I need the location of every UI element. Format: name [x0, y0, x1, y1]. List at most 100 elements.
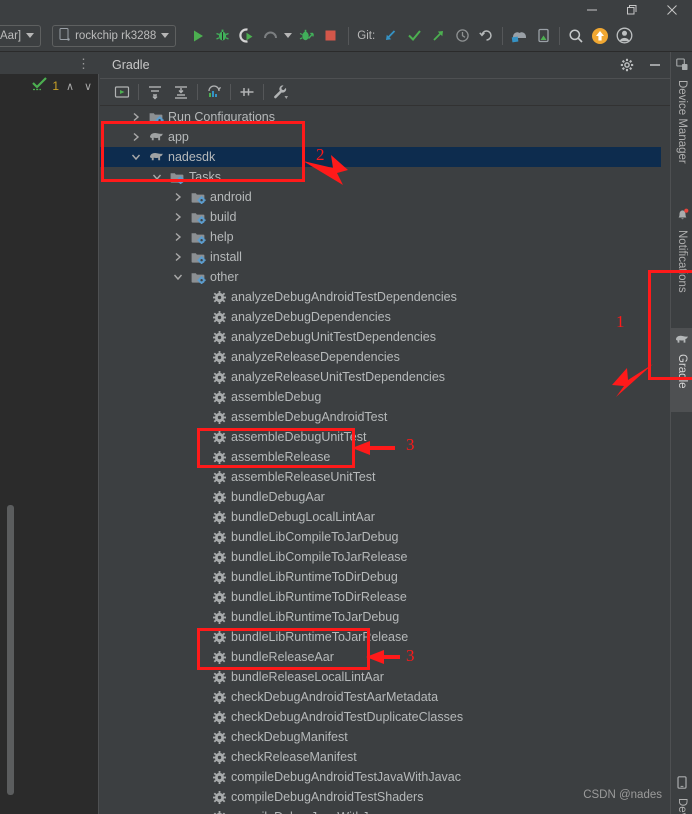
profile-dropdown-caret-icon[interactable]	[282, 24, 294, 48]
device-explorer-icon	[676, 776, 688, 792]
tree-row[interactable]: assembleRelease	[100, 447, 661, 467]
chevron-right-icon[interactable]	[130, 112, 141, 123]
gradle-task-tree[interactable]: Run Configurations app nadesdk Tasks android…	[100, 107, 661, 814]
sdk-manager-icon[interactable]	[531, 24, 555, 48]
tree-row[interactable]: nadesdk	[100, 147, 661, 167]
profile-icon[interactable]	[258, 24, 282, 48]
gradle-task-gear-icon	[210, 289, 228, 305]
tree-row-label: analyzeDebugDependencies	[231, 310, 391, 324]
gradle-task-gear-icon	[210, 389, 228, 405]
git-history-icon[interactable]	[450, 24, 474, 48]
tree-row[interactable]: bundleLibCompileToJarRelease	[100, 547, 661, 567]
tree-row[interactable]: assembleDebugUnitTest	[100, 427, 661, 447]
tree-row[interactable]: analyzeReleaseUnitTestDependencies	[100, 367, 661, 387]
tree-row[interactable]: help	[100, 227, 661, 247]
chevron-right-icon[interactable]	[172, 192, 183, 203]
chevron-right-icon[interactable]	[130, 132, 141, 143]
updates-icon[interactable]	[588, 24, 612, 48]
inspection-next-button[interactable]: ∨	[81, 80, 95, 93]
tree-row[interactable]: build	[100, 207, 661, 227]
tree-row[interactable]: checkReleaseManifest	[100, 747, 661, 767]
tree-row[interactable]: compileDebugAndroidTestJavaWithJavac	[100, 767, 661, 787]
collapse-all-button[interactable]	[168, 80, 194, 104]
tree-row[interactable]: app	[100, 127, 661, 147]
chevron-down-icon[interactable]	[172, 272, 183, 283]
tree-row[interactable]: checkDebugManifest	[100, 727, 661, 747]
tree-row[interactable]: bundleDebugAar	[100, 487, 661, 507]
tree-row[interactable]: analyzeDebugAndroidTestDependencies	[100, 287, 661, 307]
tree-row[interactable]: bundleReleaseLocalLintAar	[100, 667, 661, 687]
tree-row[interactable]: checkDebugAndroidTestDuplicateClasses	[100, 707, 661, 727]
tree-row[interactable]: analyzeReleaseDependencies	[100, 347, 661, 367]
tree-row[interactable]: analyzeDebugDependencies	[100, 307, 661, 327]
settings-gear-icon[interactable]	[618, 56, 636, 74]
gradle-task-gear-icon	[210, 509, 228, 525]
tree-row[interactable]: install	[100, 247, 661, 267]
tree-row-label: bundleLibCompileToJarDebug	[231, 530, 399, 544]
gradle-task-gear-icon	[210, 809, 228, 814]
tree-row[interactable]: assembleReleaseUnitTest	[100, 467, 661, 487]
run-icon[interactable]	[186, 24, 210, 48]
tree-row[interactable]: bundleLibRuntimeToDirRelease	[100, 587, 661, 607]
tree-row[interactable]: checkDebugAndroidTestAarMetadata	[100, 687, 661, 707]
tree-row-label: analyzeReleaseDependencies	[231, 350, 400, 364]
tree-row[interactable]: bundleLibRuntimeToDirDebug	[100, 567, 661, 587]
git-push-icon[interactable]	[426, 24, 450, 48]
watermark: CSDN @nades	[583, 789, 662, 801]
chevron-down-icon[interactable]	[130, 152, 141, 163]
minimize-button[interactable]	[572, 0, 612, 20]
run-configuration-selector[interactable]: Aar]	[0, 24, 42, 47]
inspection-prev-button[interactable]: ∧	[63, 80, 77, 93]
device-manager-label: Device Manager	[676, 80, 688, 164]
search-everywhere-icon[interactable]	[564, 24, 588, 48]
device-explorer-tab[interactable]: Device Explorer	[671, 770, 692, 814]
tree-row[interactable]: compileDebugAndroidTestShaders	[100, 787, 661, 807]
gradle-task-gear-icon	[210, 349, 228, 365]
build-tool-settings-button[interactable]	[267, 80, 293, 104]
tree-row[interactable]: assembleDebug	[100, 387, 661, 407]
avd-manager-icon[interactable]	[507, 24, 531, 48]
tree-row[interactable]: other	[100, 267, 661, 287]
gradle-tab[interactable]: Gradle	[671, 328, 692, 412]
execute-gradle-task-button[interactable]	[109, 80, 135, 104]
device-manager-tab[interactable]: Device Manager	[671, 52, 692, 170]
chevron-down-icon[interactable]	[151, 172, 162, 183]
tree-row[interactable]: assembleDebugAndroidTest	[100, 407, 661, 427]
tree-row[interactable]: bundleDebugLocalLintAar	[100, 507, 661, 527]
gradle-toolbar	[100, 78, 670, 106]
more-options-icon[interactable]: ⋮	[77, 57, 90, 70]
tree-row[interactable]: Tasks	[100, 167, 661, 187]
git-rollback-icon[interactable]	[474, 24, 498, 48]
tree-row[interactable]: bundleLibCompileToJarDebug	[100, 527, 661, 547]
notifications-tab[interactable]: Notifications	[671, 202, 692, 299]
git-update-icon[interactable]	[378, 24, 402, 48]
account-icon[interactable]	[612, 24, 636, 48]
tree-row-label: bundleReleaseAar	[231, 650, 334, 664]
tree-row[interactable]: bundleReleaseAar	[100, 647, 661, 667]
run-coverage-icon[interactable]	[234, 24, 258, 48]
expand-all-button[interactable]	[142, 80, 168, 104]
stop-icon[interactable]	[318, 24, 342, 48]
restore-button[interactable]	[612, 0, 652, 20]
tree-row[interactable]: bundleLibRuntimeToJarRelease	[100, 627, 661, 647]
tree-row[interactable]: android	[100, 187, 661, 207]
tree-row[interactable]: compileDebugJavaWithJavac	[100, 807, 661, 814]
task-execution-button[interactable]	[234, 80, 260, 104]
tree-row[interactable]: bundleLibRuntimeToJarDebug	[100, 607, 661, 627]
git-commit-icon[interactable]	[402, 24, 426, 48]
chevron-right-icon[interactable]	[172, 212, 183, 223]
editor-scrollbar-thumb[interactable]	[7, 505, 14, 795]
gradle-task-gear-icon	[210, 789, 228, 805]
attach-debugger-icon[interactable]	[294, 24, 318, 48]
gradle-tab-label: Gradle	[676, 354, 688, 389]
close-button[interactable]	[652, 0, 692, 20]
debug-icon[interactable]	[210, 24, 234, 48]
hide-panel-icon[interactable]	[646, 56, 664, 74]
device-selector[interactable]: rockchip rk3288	[52, 24, 177, 47]
chevron-right-icon[interactable]	[172, 232, 183, 243]
chevron-right-icon[interactable]	[172, 252, 183, 263]
toggle-offline-button[interactable]	[201, 80, 227, 104]
tree-row[interactable]: Run Configurations	[100, 107, 661, 127]
main-toolbar: Aar] rockchip rk3288 Git:	[0, 20, 692, 52]
tree-row[interactable]: analyzeDebugUnitTestDependencies	[100, 327, 661, 347]
